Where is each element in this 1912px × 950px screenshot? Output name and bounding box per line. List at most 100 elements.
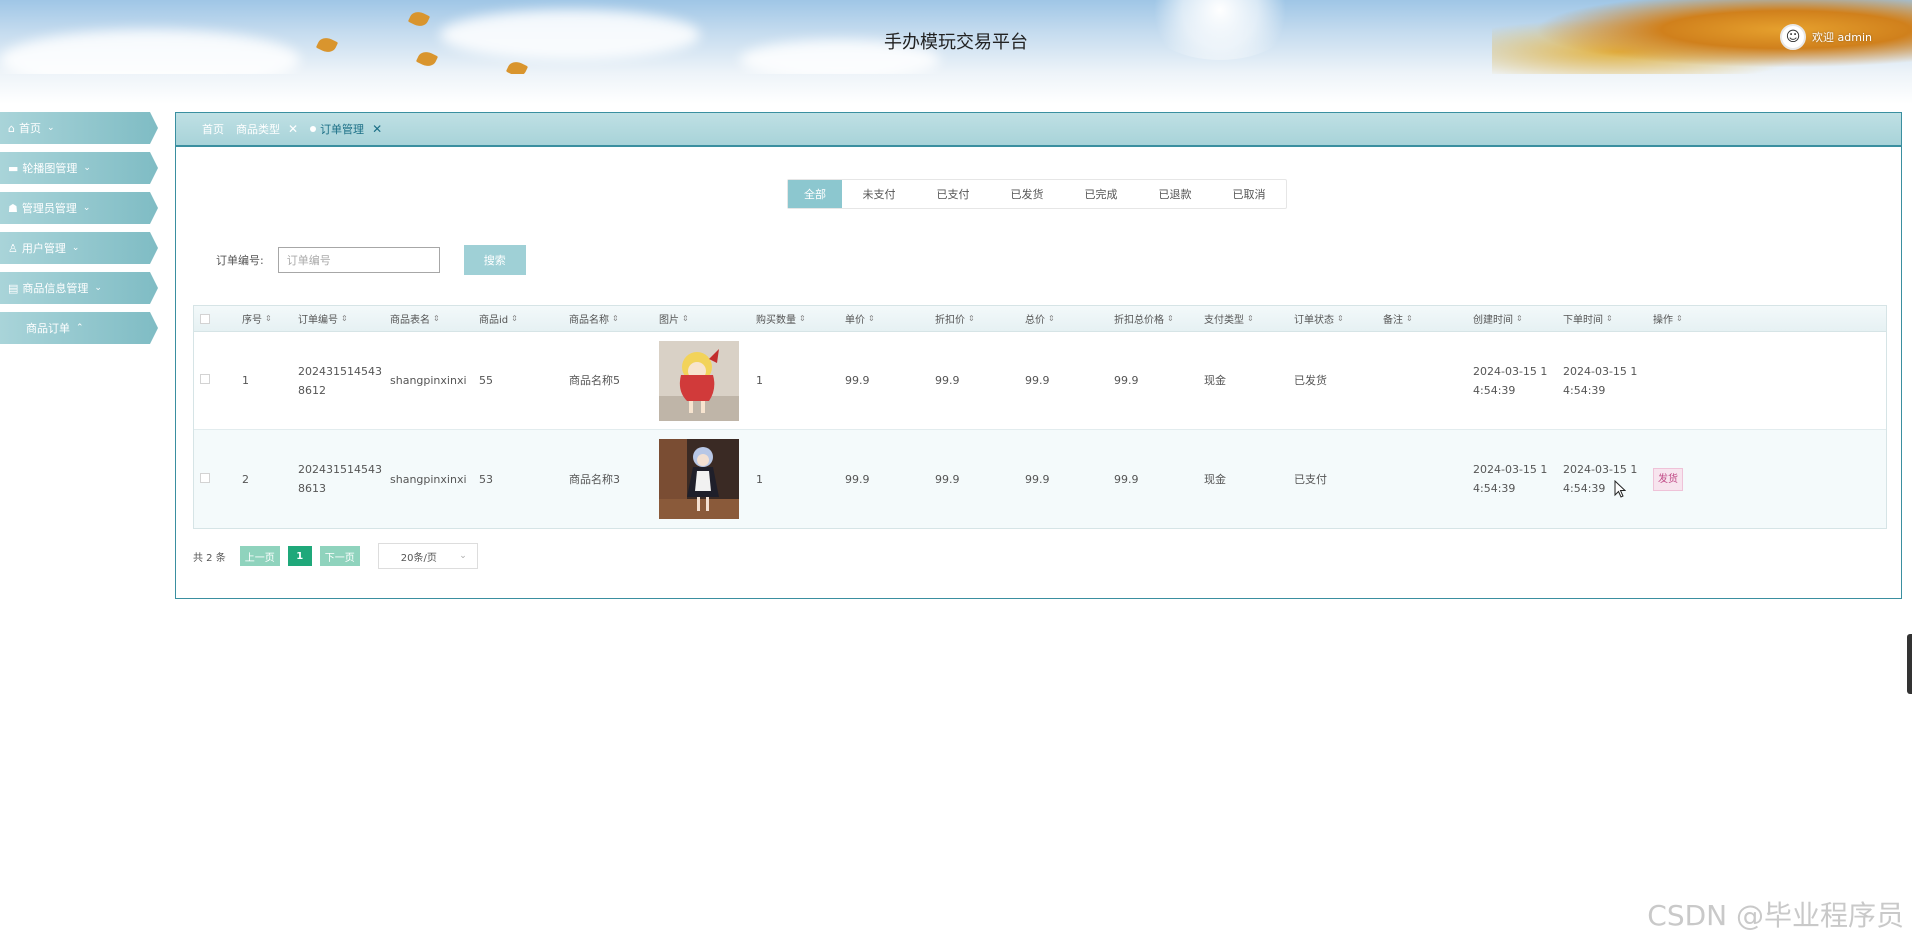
page-size-select[interactable]: 20条/页 ⌄ (377, 543, 478, 569)
table-row[interactable]: 2 2024315145438613 shangpinxinxi 53 商品名称… (194, 430, 1886, 528)
row-checkbox[interactable] (200, 472, 210, 483)
sort-icon[interactable]: ⇕ (1167, 314, 1174, 323)
sort-icon[interactable]: ⇕ (1516, 314, 1523, 323)
sidebar-item-label: 首页 (18, 122, 41, 135)
tab-order-management[interactable]: 订单管理 ✕ (310, 121, 382, 137)
sidebar-item-orders[interactable]: 商品订单 ⌃ (0, 312, 158, 344)
cell-total: 99.9 (1025, 374, 1050, 387)
sort-icon[interactable]: ⇕ (1048, 314, 1055, 323)
column-header-label: 商品名称 (569, 315, 609, 326)
cell-quantity: 1 (756, 374, 763, 387)
tab-home[interactable]: 首页 (202, 121, 224, 137)
column-header[interactable]: 序号 ⇕ (236, 311, 292, 326)
search-button[interactable]: 搜索 (463, 245, 526, 275)
chevron-down-icon: ⌄ (83, 163, 91, 173)
sort-icon[interactable]: ⇕ (1337, 314, 1344, 323)
main-panel: 首页 商品类型 ✕ 订单管理 ✕ 全部 未支付 已支付 已发货 已完成 已退款 … (175, 112, 1902, 599)
cell-action: 发货 (1647, 467, 1767, 491)
status-tab-shipped[interactable]: 已发货 (990, 180, 1064, 208)
scrollbar-handle[interactable] (1907, 634, 1912, 694)
sidebar-item-label: 管理员管理 (21, 202, 77, 215)
chevron-up-icon: ⌃ (76, 323, 84, 333)
cell-index: 2 (242, 472, 249, 486)
next-page-button[interactable]: 下一页 (319, 546, 360, 566)
user-icon: ♙ (8, 241, 18, 255)
column-header[interactable]: 支付类型 ⇕ (1198, 311, 1288, 326)
sort-icon[interactable]: ⇕ (511, 314, 518, 323)
cell-created-time: 2024-03-15 14:54:39 (1473, 364, 1548, 397)
column-header-label: 订单状态 (1294, 315, 1334, 326)
sort-icon[interactable]: ⇕ (1247, 314, 1254, 323)
column-header[interactable]: 订单状态 ⇕ (1288, 311, 1377, 326)
status-tab-paid[interactable]: 已支付 (916, 180, 990, 208)
sidebar-item-goods[interactable]: ▤ 商品信息管理 ⌄ (0, 272, 158, 304)
cell-image (653, 340, 750, 421)
column-header[interactable]: 商品表名 ⇕ (384, 311, 473, 326)
ship-button[interactable]: 发货 (1653, 467, 1683, 491)
figure-maid-silver-hair[interactable] (659, 439, 739, 519)
cell-order-time: 2024-03-15 14:54:39 (1563, 364, 1638, 397)
close-icon[interactable]: ✕ (372, 122, 382, 136)
status-tab-all[interactable]: 全部 (788, 180, 842, 208)
column-header[interactable]: 图片 ⇕ (653, 311, 750, 326)
sidebar-item-carousel[interactable]: ▬ 轮播图管理 ⌄ (0, 152, 158, 184)
sort-icon[interactable]: ⇕ (968, 314, 975, 323)
figure-blonde-red-dress[interactable] (659, 340, 739, 421)
column-header-label: 下单时间 (1563, 315, 1603, 326)
sort-icon[interactable]: ⇕ (1676, 314, 1683, 323)
page-number-button[interactable]: 1 (287, 546, 312, 566)
column-header[interactable]: 单价 ⇕ (839, 311, 929, 326)
sort-icon[interactable]: ⇕ (868, 314, 875, 323)
sidebar-item-label: 商品订单 (26, 322, 70, 335)
column-header[interactable]: 下单时间 ⇕ (1557, 311, 1647, 326)
cell-discount-total: 99.9 (1114, 472, 1139, 486)
select-all-checkbox[interactable] (200, 313, 210, 324)
sidebar-item-users[interactable]: ♙ 用户管理 ⌄ (0, 232, 158, 264)
sort-icon[interactable]: ⇕ (341, 314, 348, 323)
close-icon[interactable]: ✕ (288, 122, 298, 136)
sidebar-item-admin[interactable]: ☗ 管理员管理 ⌄ (0, 192, 158, 224)
active-dot-icon (310, 126, 317, 132)
status-tab-unpaid[interactable]: 未支付 (842, 180, 916, 208)
column-header[interactable]: 订单编号 ⇕ (292, 311, 384, 326)
column-header[interactable]: 商品名称 ⇕ (563, 311, 653, 326)
home-icon: ⌂ (8, 121, 15, 135)
sort-icon[interactable]: ⇕ (682, 314, 689, 323)
cell-price: 99.9 (845, 472, 870, 486)
leaf-decoration (407, 8, 431, 30)
cell-table-name: shangpinxinxi (390, 472, 467, 486)
column-header[interactable]: 创建时间 ⇕ (1467, 311, 1557, 326)
sort-icon[interactable]: ⇕ (433, 314, 440, 323)
user-menu[interactable]: ☺ 欢迎 admin (1780, 24, 1872, 50)
cell-goods-name: 商品名称3 (569, 472, 620, 486)
cell-total: 99.9 (1025, 472, 1050, 486)
status-tab-completed[interactable]: 已完成 (1064, 180, 1138, 208)
sort-icon[interactable]: ⇕ (265, 314, 272, 323)
row-checkbox[interactable] (200, 374, 210, 384)
column-header-label: 单价 (845, 315, 865, 326)
search-row: 订单编号: 搜索 (216, 245, 526, 275)
page-size-value: 20条/页 (400, 552, 437, 564)
watermark: CSDN @毕业程序员 (1647, 899, 1904, 932)
sidebar-item-home[interactable]: ⌂ 首页 ⌄ (0, 112, 158, 144)
order-number-input[interactable] (277, 247, 440, 273)
status-tab-cancelled[interactable]: 已取消 (1212, 180, 1286, 208)
status-tab-refunded[interactable]: 已退款 (1138, 180, 1212, 208)
pagination: 共 2 条 上一页 1 下一页 20条/页 ⌄ (193, 543, 478, 569)
column-header[interactable]: 操作 ⇕ (1647, 311, 1767, 326)
column-header[interactable]: 备注 ⇕ (1377, 311, 1467, 326)
sort-icon[interactable]: ⇕ (1406, 314, 1413, 323)
column-header-label: 总价 (1025, 315, 1045, 326)
cell-image (653, 439, 750, 519)
column-header[interactable]: 折扣价 ⇕ (929, 311, 1019, 326)
column-header[interactable]: 总价 ⇕ (1019, 311, 1108, 326)
sort-icon[interactable]: ⇕ (1606, 314, 1613, 323)
column-header[interactable]: 购买数量 ⇕ (750, 311, 839, 326)
tab-goods-type[interactable]: 商品类型 ✕ (236, 121, 298, 137)
table-row[interactable]: 1 2024315145438612 shangpinxinxi 55 商品名称… (194, 332, 1886, 430)
column-header[interactable]: 商品id ⇕ (473, 311, 563, 326)
prev-page-button[interactable]: 上一页 (239, 546, 280, 566)
column-header[interactable]: 折扣总价格 ⇕ (1108, 311, 1198, 326)
sort-icon[interactable]: ⇕ (612, 314, 619, 323)
sort-icon[interactable]: ⇕ (799, 314, 806, 323)
